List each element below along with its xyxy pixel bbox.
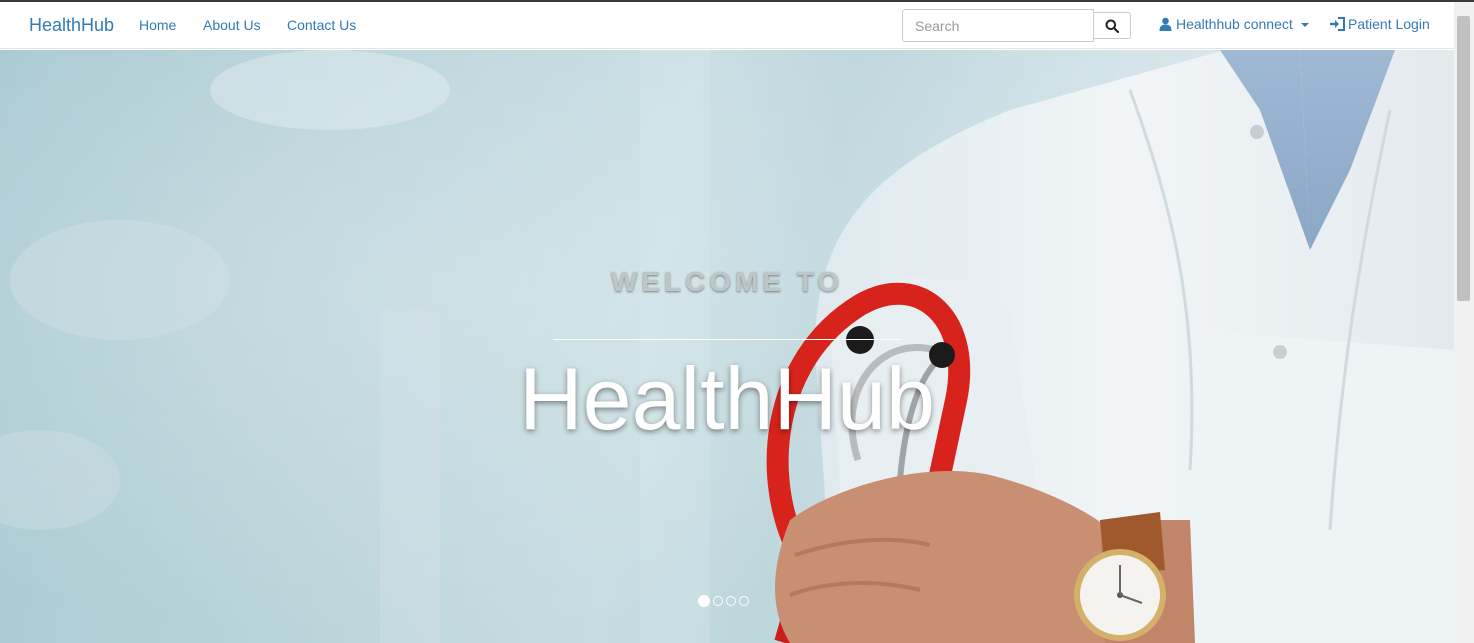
- scrollbar-thumb[interactable]: [1457, 16, 1470, 301]
- navbar: HealthHub Home About Us Contact Us Healt…: [0, 2, 1454, 49]
- hero-kicker: WELCOME TO: [610, 266, 844, 297]
- caret-down-icon: [1300, 23, 1309, 27]
- carousel-indicator-2[interactable]: [713, 596, 723, 606]
- page-scrollbar[interactable]: [1454, 2, 1474, 643]
- patient-login-label: Patient Login: [1348, 16, 1430, 32]
- carousel-indicator-4[interactable]: [739, 596, 749, 606]
- hero-divider: [553, 339, 901, 340]
- search-input[interactable]: [902, 9, 1094, 42]
- healthhub-connect-dropdown[interactable]: Healthhub connect: [1159, 16, 1309, 32]
- carousel-indicator-3[interactable]: [726, 596, 736, 606]
- patient-login-link[interactable]: Patient Login: [1330, 16, 1430, 32]
- login-icon: [1330, 17, 1345, 31]
- nav-link-home[interactable]: Home: [139, 17, 176, 33]
- nav-link-contact-us[interactable]: Contact Us: [287, 17, 356, 33]
- search-icon: [1105, 19, 1119, 33]
- user-icon: [1159, 17, 1172, 31]
- hero-title: HealthHub: [519, 349, 935, 448]
- hero-doctor-image: [0, 50, 1454, 643]
- carousel-indicators: [698, 595, 749, 607]
- hero-carousel: WELCOME TO HealthHub: [0, 50, 1454, 643]
- search-button[interactable]: [1093, 12, 1131, 39]
- nav-link-about-us[interactable]: About Us: [203, 17, 261, 33]
- carousel-indicator-1[interactable]: [698, 595, 710, 607]
- brand-logo-link[interactable]: HealthHub: [29, 15, 114, 36]
- dropdown-label: Healthhub connect: [1176, 16, 1293, 32]
